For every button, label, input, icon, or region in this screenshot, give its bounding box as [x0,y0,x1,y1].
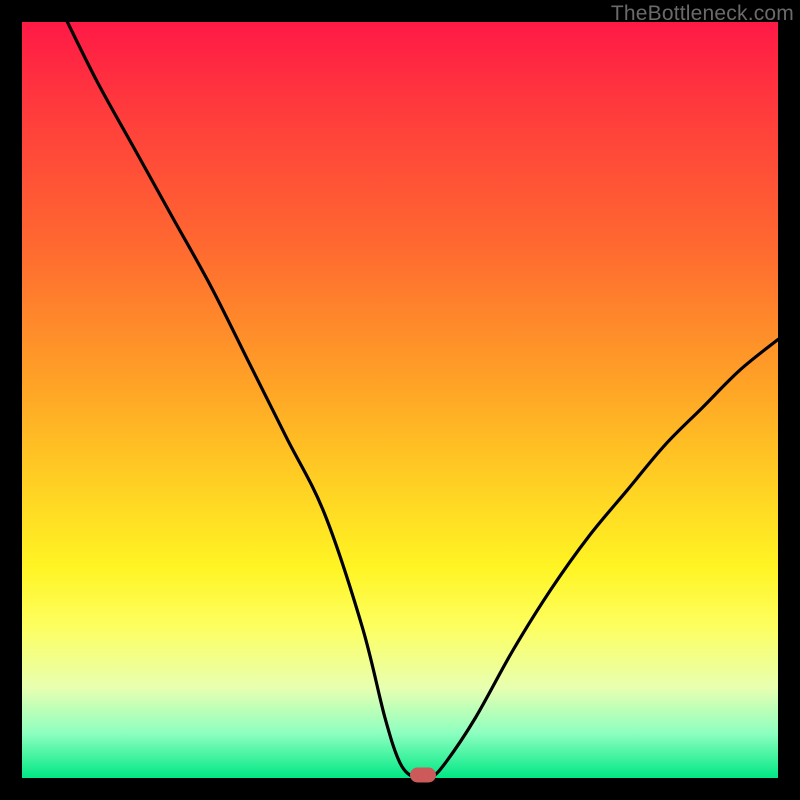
bottleneck-curve [22,22,778,778]
chart-frame: TheBottleneck.com [0,0,800,800]
watermark-text: TheBottleneck.com [611,2,794,26]
chart-plot-area [22,22,778,778]
optimal-point-marker [410,768,436,783]
